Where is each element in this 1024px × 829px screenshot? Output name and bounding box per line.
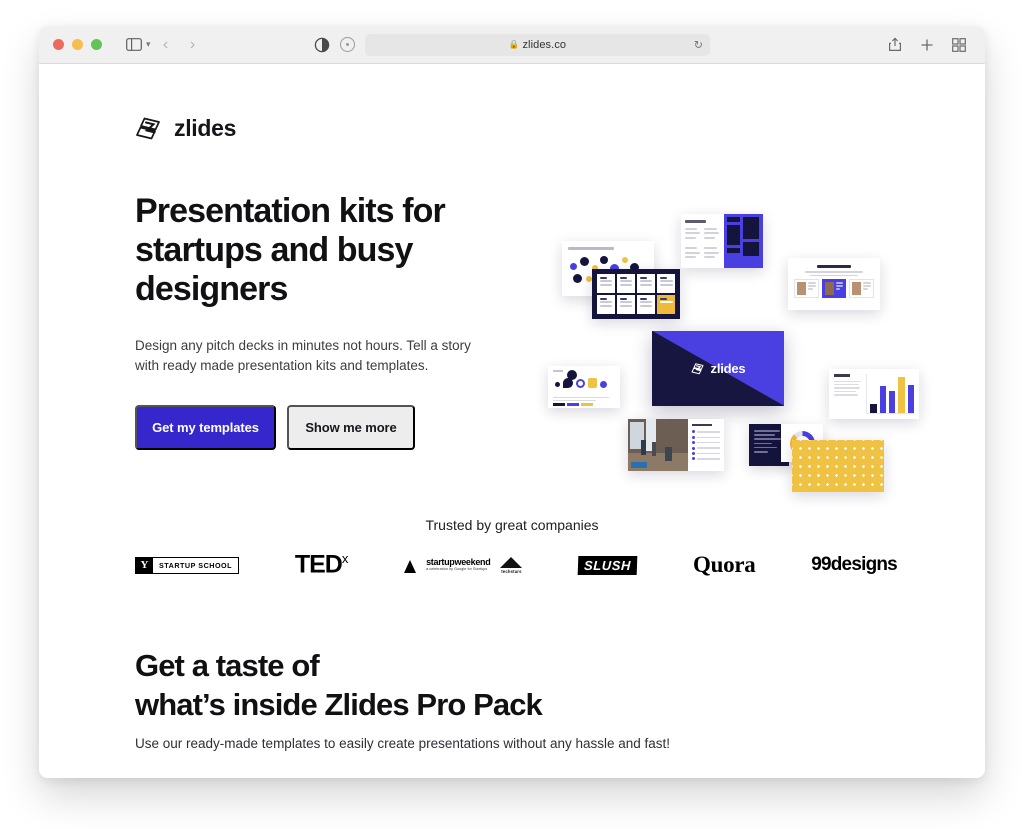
grid-cell (597, 295, 615, 314)
hero-subheading: Design any pitch decks in minutes not ho… (135, 338, 471, 373)
address-bar[interactable]: 🔒 zlides.co ↻ (365, 33, 710, 56)
testimonial-card (849, 279, 875, 299)
grid-cell (637, 295, 655, 314)
show-me-more-button[interactable]: Show me more (287, 405, 415, 450)
grid-cell (657, 274, 675, 293)
grid-cell (637, 274, 655, 293)
plus-icon[interactable] (915, 34, 939, 56)
share-icon[interactable] (883, 34, 907, 56)
techstars-label: techstars (501, 568, 522, 574)
logo-99designs: 99designs (811, 554, 898, 576)
slide-thumb-brand-cover: zlides (652, 331, 784, 406)
get-my-templates-button[interactable]: Get my templates (135, 405, 276, 450)
slide-logo-text: zlides (710, 361, 746, 376)
startup-school-label: STARTUP SCHOOL (159, 560, 233, 570)
zlides-logo-icon (135, 113, 165, 143)
hero-slide-collage: zlides (544, 174, 964, 504)
logo-techstars: techstars (500, 556, 523, 574)
office-photo (628, 419, 689, 471)
slide-thumb-grid (592, 269, 680, 319)
browser-window: ▾ ‹ › 🔒 zlides.co ↻ zlides Presentation … (39, 26, 985, 778)
site-logo[interactable]: zlides (135, 113, 236, 143)
99designs-label: 99designs (811, 554, 898, 575)
yc-badge-letter: Y (136, 557, 153, 573)
pro-pack-section: Get a taste of what’s inside Zlides Pro … (135, 646, 670, 751)
contrast-icon[interactable] (314, 37, 330, 53)
back-button[interactable]: ‹ (154, 34, 178, 56)
quora-label: Quora (693, 552, 756, 577)
pro-pack-description: Use our ready-made templates to easily c… (135, 736, 671, 751)
slide-thumb-text-blocks (681, 214, 763, 268)
testimonial-card-active (821, 279, 847, 299)
minimize-window-button[interactable] (72, 39, 83, 50)
headline-line-2: startups and busy (135, 231, 413, 269)
logo-y-combinator-startup-school: Y STARTUP SCHOOL (135, 556, 240, 574)
grid-cell (617, 274, 635, 293)
logo-slush: SLUSH (577, 555, 638, 575)
slide-thumb-icons (548, 366, 620, 408)
headline-line-1: Presentation kits for (135, 192, 446, 230)
toolbar-left-group: ▾ ‹ › (122, 34, 205, 56)
checklist-column (688, 419, 724, 471)
pro-pack-heading: Get a taste of what’s inside Zlides Pro … (135, 646, 670, 724)
pro-pack-heading-line-2: what’s inside Zlides Pro Pack (135, 687, 543, 722)
toolbar-right-group (883, 34, 971, 56)
slide-logo: zlides (691, 361, 746, 376)
slide-text-column (681, 214, 724, 268)
hero-section: Presentation kits for startups and busy … (135, 192, 535, 450)
slush-label: SLUSH (577, 555, 638, 575)
tedx-superscript: x (341, 551, 349, 567)
trusted-logos-row: Y STARTUP SCHOOL TEDx startupweekend a c… (135, 552, 898, 578)
logo-tedx: TEDx (295, 552, 349, 577)
back-arrow-icon: ‹ (162, 35, 169, 53)
sidebar-icon[interactable] (122, 34, 146, 56)
ted-label: TED (294, 550, 343, 579)
slide-thumb-photo-checklist (628, 419, 724, 471)
bar-chart (866, 374, 914, 414)
tab-overview-icon[interactable] (947, 34, 971, 56)
slide-block-column (723, 214, 763, 268)
site-logo-text: zlides (174, 114, 237, 141)
testimonial-card (794, 279, 819, 299)
startup-weekend-sublabel: a celebration by Google for Startups (426, 566, 488, 571)
pro-pack-heading-line-1: Get a taste of (135, 648, 320, 683)
page-content: zlides Presentation kits for startups an… (39, 64, 985, 778)
grid-cell-highlight (657, 295, 675, 314)
browser-toolbar: ▾ ‹ › 🔒 zlides.co ↻ (39, 26, 985, 64)
reload-icon[interactable]: ↻ (694, 38, 703, 51)
forward-arrow-icon: › (189, 35, 196, 53)
chevron-down-icon[interactable]: ▾ (146, 39, 151, 50)
close-window-button[interactable] (53, 39, 64, 50)
slide-thumb-bar-chart (829, 369, 919, 419)
startup-weekend-icon (404, 557, 417, 573)
trusted-heading: Trusted by great companies (425, 517, 599, 533)
forward-button[interactable]: › (181, 34, 205, 56)
maximize-window-button[interactable] (91, 39, 102, 50)
logo-quora: Quora (693, 552, 756, 578)
window-traffic-lights (53, 39, 102, 50)
lock-icon: 🔒 (508, 39, 520, 49)
headline-line-3: designers (135, 270, 288, 308)
techstars-icon (500, 556, 523, 568)
slide-thumb-testimonials (788, 258, 880, 310)
slide-thumb-yellow-pattern (792, 440, 884, 492)
reader-mode-icon[interactable] (340, 37, 355, 52)
grid-cell (617, 295, 635, 314)
hero-button-row: Get my templates Show me more (135, 405, 535, 450)
logo-startup-weekend-group: startupweekend a celebration by Google f… (404, 556, 523, 574)
url-text: zlides.co (522, 38, 567, 51)
grid-cell (597, 274, 615, 293)
page-title: Presentation kits for startups and busy … (135, 192, 535, 309)
